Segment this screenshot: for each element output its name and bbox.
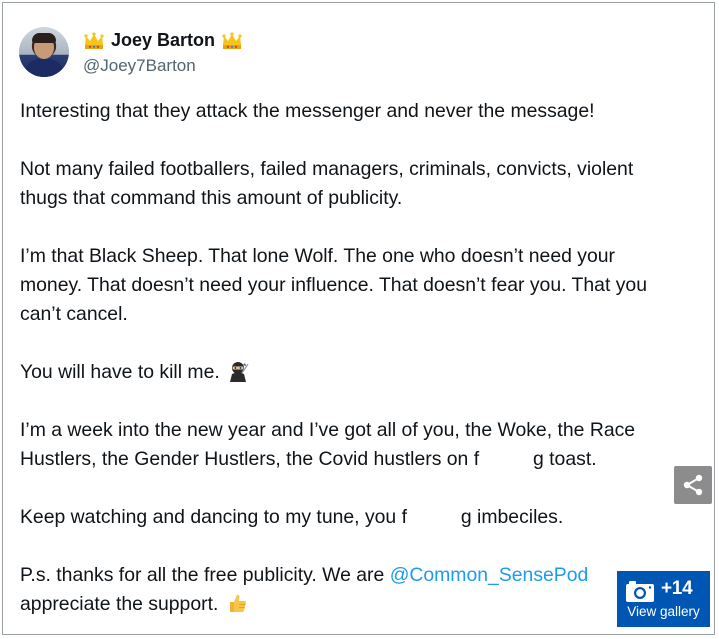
tweet-screenshot: Joey Barton @Joey7Barton Interesting tha… [2, 2, 715, 635]
thumbs-up-icon [229, 594, 246, 612]
tweet-paragraph: Keep watching and dancing to my tune, yo… [20, 506, 564, 528]
tweet-paragraph: You will have to kill me. [20, 358, 712, 387]
tweet-text: Interesting that they attack the messeng… [20, 97, 712, 619]
tweet-paragraph-text: You will have to kill me. [20, 361, 220, 383]
tweet-paragraph: P.s. thanks for all the free publicity. … [20, 561, 712, 619]
tweet-paragraph-text: appreciate the support. [20, 593, 219, 615]
view-gallery-button[interactable]: +14 View gallery [617, 571, 710, 627]
author-handle[interactable]: @Joey7Barton [83, 56, 196, 76]
tweet-paragraph: I’m that Black Sheep. That lone Wolf. Th… [20, 245, 648, 325]
tweet-paragraph: I’m a week into the new year and I’ve go… [20, 419, 636, 470]
tweet-paragraph: Interesting that they attack the messeng… [20, 100, 595, 122]
gallery-count: +14 [661, 578, 693, 599]
mention-link[interactable]: @Common_SensePod [390, 564, 589, 586]
author-name[interactable]: Joey Barton [111, 30, 215, 51]
author-name-row[interactable]: Joey Barton [83, 30, 243, 51]
crown-icon [84, 31, 104, 49]
gallery-label: View gallery [627, 604, 700, 619]
camera-icon [626, 581, 654, 602]
tweet-header: Joey Barton @Joey7Barton [19, 27, 419, 83]
share-button[interactable] [674, 466, 712, 504]
tweet-paragraph: Not many failed footballers, failed mana… [20, 158, 634, 209]
tweet-paragraph-text: P.s. thanks for all the free publicity. … [20, 564, 390, 586]
share-icon [683, 474, 703, 496]
ninja-icon [230, 362, 249, 382]
crown-icon [222, 31, 242, 49]
avatar[interactable] [19, 27, 69, 77]
